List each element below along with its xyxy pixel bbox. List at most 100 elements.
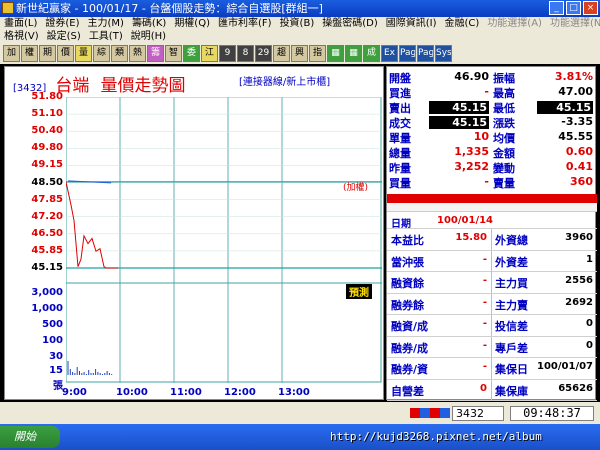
stock-category[interactable]: [連接器線/新上市櫃]	[239, 73, 330, 88]
toolbar-button[interactable]: 價	[57, 45, 74, 62]
quote-label: 均價	[493, 132, 515, 145]
fund-label: 集保日	[495, 363, 528, 376]
fund-row: 融資/成 - 投信差 0	[387, 315, 597, 337]
toolbar-button[interactable]: 加	[3, 45, 20, 62]
fund-label: 投信差	[495, 320, 528, 333]
toolbar-button[interactable]: 趨	[273, 45, 290, 62]
toolbar-button[interactable]: 8	[237, 45, 254, 62]
fund-label: 本益比	[391, 234, 424, 247]
maximize-button[interactable]: □	[566, 1, 581, 15]
menu-item[interactable]: 操盤密碼(D)	[322, 17, 378, 30]
quote-value: 360	[570, 175, 593, 188]
volume-predict-tag[interactable]: 預測	[346, 284, 372, 299]
fund-label: 外資差	[495, 255, 528, 269]
fund-label: 融資/成	[391, 320, 429, 333]
statusbar: 3432 09:48:37	[0, 402, 600, 424]
toolbar-button[interactable]: Sys	[435, 45, 452, 62]
volume-tick-label: 15	[49, 365, 63, 376]
toolbar: 加權期價量綜類熱籌智委江9829趨興指▦▦成ExPagePageSys	[0, 43, 600, 64]
menu-item[interactable]: 期權(Q)	[174, 17, 210, 30]
fund-value: 15.80	[455, 232, 487, 243]
fund-value: 65626	[558, 382, 593, 394]
menu-item[interactable]: 工具(T)	[89, 30, 123, 43]
toolbar-button[interactable]: Page	[417, 45, 434, 62]
toolbar-button[interactable]: 類	[111, 45, 128, 62]
menu-item[interactable]: 金融(C)	[445, 17, 480, 30]
window-title: 新世紀贏家 - 100/01/17 - 台盤個股走勢：綜合自選股[群組一]	[16, 2, 323, 15]
date-value: 100/01/14	[437, 215, 494, 226]
quote-value: 0.60	[565, 145, 593, 158]
quote-value: 1,335	[454, 145, 489, 158]
fund-label: 主力買	[495, 277, 528, 290]
menu-item[interactable]: 投資(B)	[280, 17, 315, 30]
quote-label: 賣出	[389, 102, 411, 115]
quote-label: 成交	[389, 117, 411, 130]
fund-label: 集保庫	[495, 384, 528, 398]
chart-title: 量價走勢圖	[100, 76, 186, 96]
window-controls: _ □ ×	[549, 1, 598, 15]
toolbar-button[interactable]: 成	[363, 45, 380, 62]
fund-label: 融券/成	[391, 341, 429, 355]
y-tick-label: 51.80	[31, 91, 63, 102]
toolbar-button[interactable]: 量	[75, 45, 92, 62]
fund-row: 自營差 0 集保庫 65626	[387, 379, 597, 401]
toolbar-button[interactable]: 熱	[129, 45, 146, 62]
quote-value: -	[484, 175, 489, 188]
y-tick-label: 48.50	[31, 176, 63, 188]
toolbar-button[interactable]: 9	[219, 45, 236, 62]
toolbar-button[interactable]: ▦	[345, 45, 362, 62]
quote-value: 3.81%	[554, 70, 593, 83]
quote-label: 總量	[389, 147, 411, 160]
fund-label: 融資餘	[391, 277, 424, 290]
menu-item[interactable]: 設定(S)	[47, 30, 81, 43]
menu-item[interactable]: 主力(M)	[88, 17, 124, 30]
x-tick-label: 9:00	[62, 387, 87, 398]
toolbar-button[interactable]: 籌	[147, 45, 164, 62]
divider	[491, 358, 492, 379]
toolbar-button[interactable]: 綜	[93, 45, 110, 62]
quote-panel: 開盤 46.90 振幅 3.81% 買進 - 最高 47.00 賣出 45.15 最低 45.15 成交…	[386, 66, 597, 401]
toolbar-button[interactable]: 江	[201, 45, 218, 62]
limit-label: (加權)	[343, 183, 369, 193]
toolbar-button[interactable]: 指	[309, 45, 326, 62]
toolbar-button[interactable]: 期	[39, 45, 56, 62]
divider	[491, 229, 492, 250]
quote-value: 45.55	[558, 130, 593, 143]
toolbar-button[interactable]: ▦	[327, 45, 344, 62]
toolbar-button[interactable]: Ex	[381, 45, 398, 62]
quote-label: 昨量	[389, 162, 411, 175]
toolbar-button[interactable]: Page	[399, 45, 416, 62]
fund-label: 專戶差	[495, 341, 528, 355]
toolbar-button[interactable]: 興	[291, 45, 308, 62]
menu-item[interactable]: 證券(E)	[45, 17, 79, 30]
quote-value: 3,252	[454, 160, 489, 173]
quote-label: 最高	[493, 87, 515, 100]
close-button[interactable]: ×	[583, 1, 598, 15]
toolbar-button[interactable]: 29	[255, 45, 272, 62]
y-tick-label: 49.80	[31, 142, 63, 154]
menu-item[interactable]: 畫面(L)	[4, 17, 37, 30]
stock-code-input[interactable]: 3432	[452, 406, 504, 421]
menu-item[interactable]: 匯市利率(F)	[218, 17, 272, 30]
menu-row-2: 格視(V) 設定(S) 工具(T) 說明(H)	[0, 30, 600, 43]
fund-value: -	[482, 275, 487, 286]
toolbar-button[interactable]: 權	[21, 45, 38, 62]
toolbar-button[interactable]: 智	[165, 45, 182, 62]
quote-label: 變動	[493, 162, 515, 175]
menu-item[interactable]: 格視(V)	[4, 30, 39, 43]
fundamentals-grid: 本益比 15.80 外資總 3960 當沖張 - 外資差 1 融資餘 - 主力買 2556 融券餘 - 主力…	[387, 229, 597, 401]
menu-item[interactable]: 功能選擇(N)	[550, 17, 600, 30]
y-tick-label: 45.15	[31, 262, 63, 273]
menu-item[interactable]: 功能選擇(A)	[487, 17, 542, 30]
quote-value: 45.15	[429, 116, 489, 129]
toolbar-button[interactable]: 委	[183, 45, 200, 62]
fund-value: 2556	[565, 275, 593, 286]
menu-item[interactable]: 籌碼(K)	[132, 17, 166, 30]
start-button[interactable]: 開始	[0, 426, 60, 448]
menu-item[interactable]: 國際資訊(I)	[386, 17, 437, 30]
quote-label: 漲跌	[493, 117, 515, 130]
divider	[491, 250, 492, 272]
menu-item[interactable]: 說明(H)	[131, 30, 166, 43]
clock: 09:48:37	[510, 406, 594, 421]
minimize-button[interactable]: _	[549, 1, 564, 15]
